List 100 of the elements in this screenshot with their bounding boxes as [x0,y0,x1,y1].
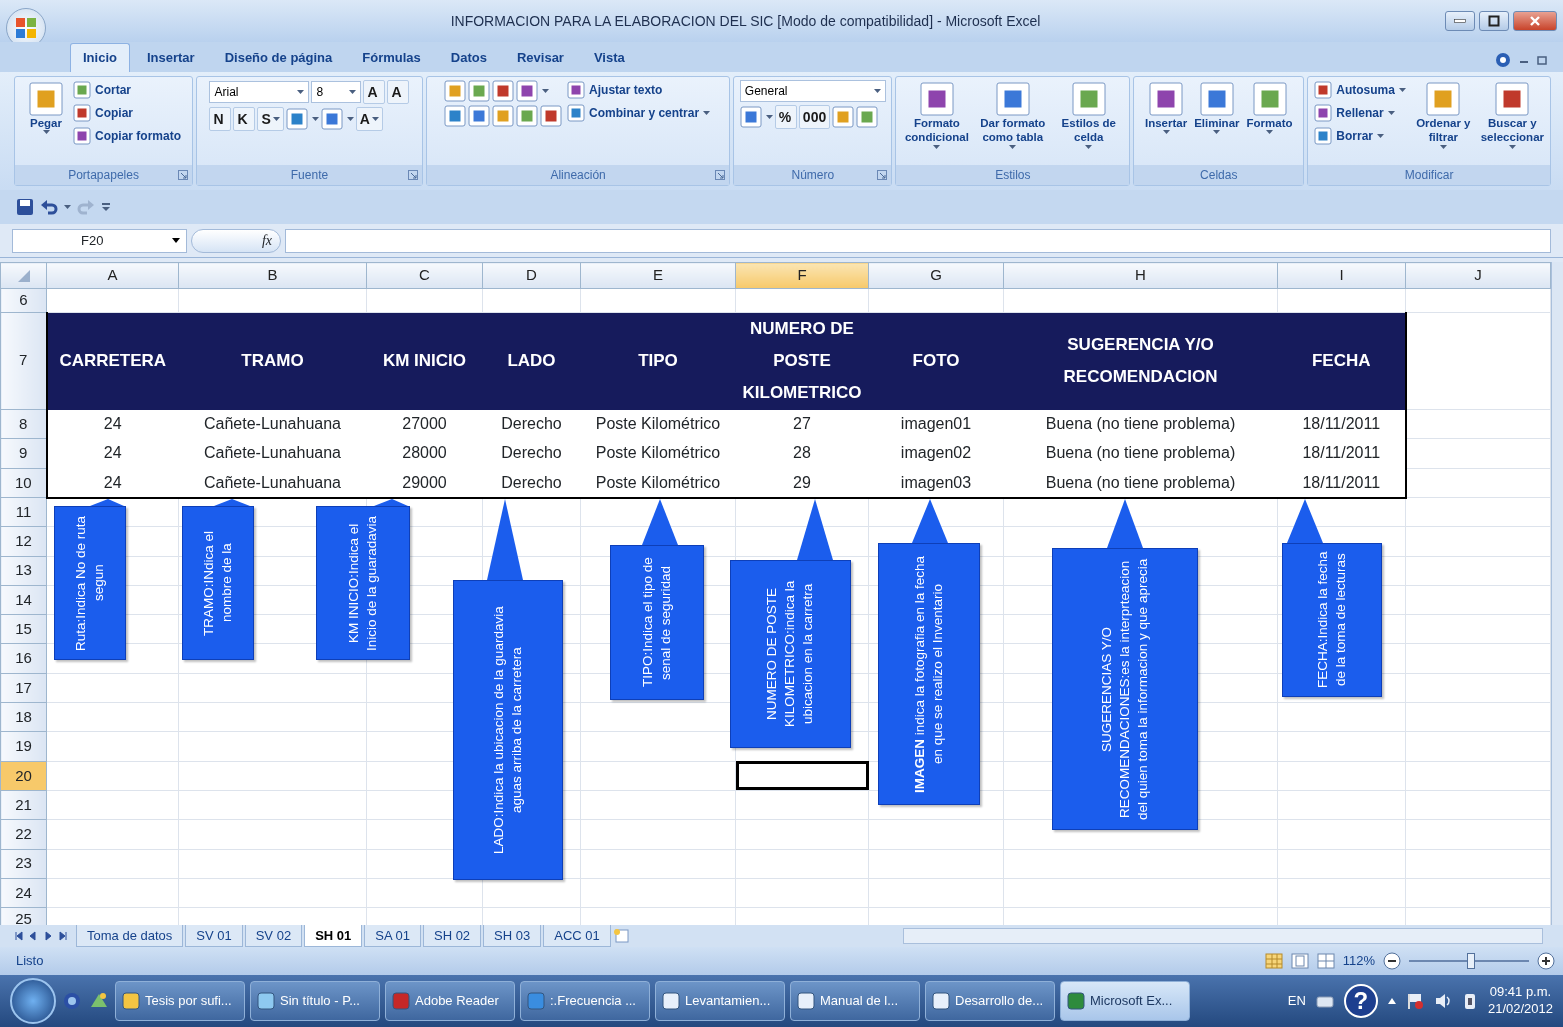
ribbon-button[interactable]: Ordenar y filtrar [1410,80,1476,151]
row-header[interactable]: 8 [0,409,47,439]
ribbon-button[interactable]: A [355,107,383,131]
taskbar-button[interactable]: Tesis por sufi... [115,981,245,1021]
zoom-in-icon[interactable] [1537,952,1555,970]
tool-icon[interactable] [468,80,491,102]
column-header[interactable]: D [482,262,581,289]
start-button[interactable] [10,978,56,1024]
active-cell[interactable] [735,761,869,791]
column-header[interactable]: I [1277,262,1406,289]
tool-icon[interactable] [444,105,467,127]
show-hidden-icon[interactable] [1387,998,1396,1004]
sheet-tab[interactable]: SH 01 [304,925,363,947]
zoom-out-icon[interactable] [1383,952,1401,970]
maximize-button[interactable] [1479,11,1509,31]
page-layout-icon[interactable] [1290,953,1309,969]
tool-icon[interactable] [516,105,539,127]
row-header[interactable]: 10 [0,468,47,498]
taskbar-button[interactable]: Microsoft Ex... [1060,981,1190,1021]
ribbon-tab[interactable]: Revisar [503,42,577,72]
name-box[interactable]: F20 [12,228,187,253]
column-header[interactable]: E [580,262,736,289]
ribbon-button[interactable]: Formato [1244,80,1295,137]
ribbon-button[interactable]: 000 [798,105,831,129]
language-indicator[interactable]: EN [1287,991,1306,1011]
speaker-icon[interactable] [1433,992,1452,1010]
formula-input[interactable] [285,228,1551,253]
ribbon-button[interactable]: Borrar [1312,126,1386,146]
ribbon-button[interactable]: Copiar formato [71,126,184,146]
ribbon-tab[interactable]: Datos [437,42,500,72]
ribbon-button[interactable]: Pegar [24,80,68,137]
taskbar-button[interactable]: Manual de l... [790,981,920,1021]
ribbon-button[interactable]: K [233,107,256,131]
column-header[interactable]: H [1003,262,1278,289]
help-icon[interactable] [1495,52,1511,68]
row-header[interactable]: 14 [0,585,47,615]
tool-icon[interactable] [540,105,563,127]
combo-box[interactable]: 8 [311,81,362,103]
tool-icon[interactable] [285,108,308,130]
row-header[interactable]: 12 [0,526,47,557]
row-header[interactable]: 20 [0,761,47,791]
launcher-icon[interactable] [407,170,418,180]
combo-box[interactable]: Arial [209,81,310,103]
taskbar-button[interactable]: Levantamien... [655,981,785,1021]
ribbon-button[interactable]: A [387,80,410,104]
column-header[interactable]: J [1405,262,1551,289]
ribbon-button[interactable]: Cortar [71,80,134,100]
minimize-button[interactable] [1445,11,1475,31]
ribbon-button[interactable]: Estilos de celda [1052,80,1126,151]
row-header[interactable]: 24 [0,878,47,908]
ribbon-button[interactable]: Ajustar texto [565,80,665,100]
ribbon-button[interactable]: N [209,107,232,131]
row-header[interactable]: 17 [0,673,47,703]
ribbon-button[interactable]: S [257,107,284,131]
column-header[interactable]: A [46,262,179,289]
tool-icon[interactable] [739,106,762,128]
tool-icon[interactable] [320,108,343,130]
ribbon-button[interactable]: Insertar [1142,80,1190,137]
column-header[interactable]: G [868,262,1004,289]
row-header[interactable]: 9 [0,438,47,468]
sheet-tab[interactable]: SH 03 [483,925,542,947]
sheet-tab[interactable]: SV 01 [185,925,243,947]
row-header[interactable]: 13 [0,556,47,586]
insert-function-button[interactable]: fx [191,228,281,253]
ribbon-tab[interactable]: Diseño de página [211,42,346,72]
combo-box[interactable]: General [739,80,886,102]
tool-icon[interactable] [468,105,491,127]
horizontal-scrollbar[interactable] [902,928,1543,944]
column-header[interactable]: B [178,262,367,289]
ribbon-button[interactable]: Eliminar [1192,80,1242,137]
help-button[interactable]: ? [1343,984,1378,1018]
launcher-icon[interactable] [877,170,888,180]
launcher-icon[interactable] [178,170,189,180]
ribbon-tab[interactable]: Vista [580,42,638,72]
row-header[interactable]: 15 [0,614,47,644]
ribbon-button[interactable]: % [774,105,797,129]
keyboard-icon[interactable] [1315,994,1334,1008]
vertical-scrollbar[interactable] [1551,262,1563,925]
sheet-tab[interactable]: SA 01 [364,925,421,947]
close-button[interactable] [1513,11,1557,31]
taskbar-button[interactable]: Adobe Reader [385,981,515,1021]
ribbon-button[interactable]: Rellenar [1312,103,1397,123]
row-header[interactable]: 18 [0,702,47,732]
restore-icon[interactable] [1537,55,1547,65]
sheet-tab[interactable]: SV 02 [244,925,303,947]
undo-icon[interactable] [40,198,58,216]
launcher-icon[interactable] [715,170,726,180]
tool-icon[interactable] [856,106,879,128]
row-header[interactable]: 23 [0,849,47,879]
ribbon-tab[interactable]: Inicio [70,42,130,72]
sheet-tab[interactable]: ACC 01 [543,925,611,947]
ribbon-button[interactable]: Buscar y seleccionar [1478,80,1546,151]
save-icon[interactable] [16,198,34,216]
ribbon-button[interactable]: Autosuma [1312,80,1408,100]
taskbar-button[interactable]: Sin título - P... [250,981,380,1021]
tool-icon[interactable] [516,80,539,102]
app-menu-button[interactable] [6,8,46,42]
page-break-icon[interactable] [1316,953,1335,969]
row-header[interactable]: 19 [0,731,47,762]
row-header[interactable]: 22 [0,819,47,850]
